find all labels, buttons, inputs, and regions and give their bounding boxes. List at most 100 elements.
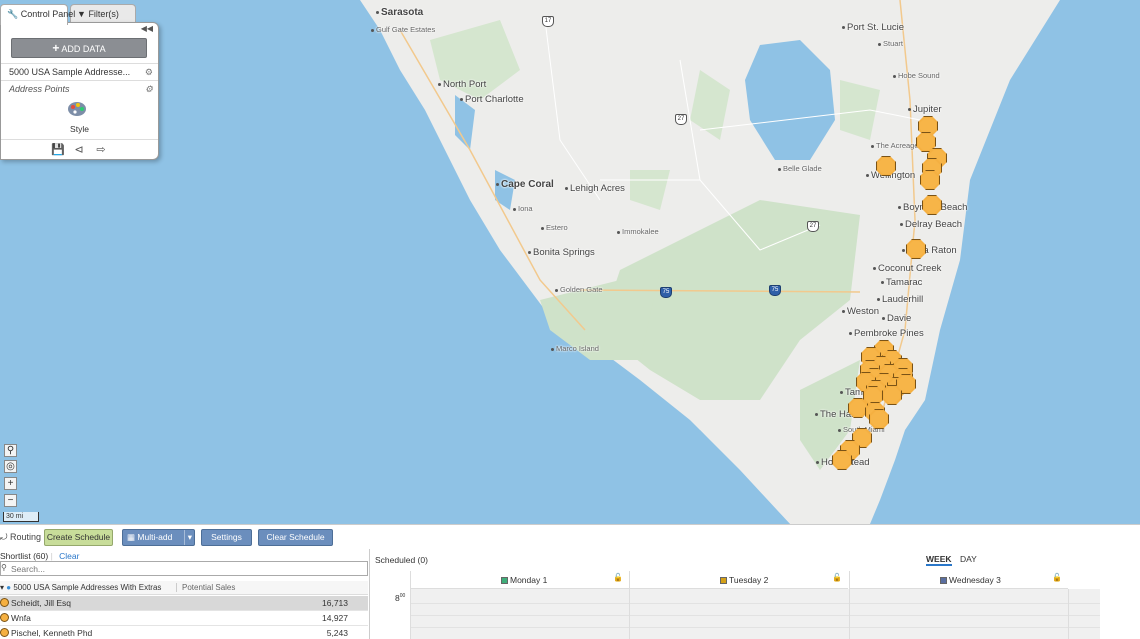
city-label: Davie [882, 313, 911, 324]
shortlist-row[interactable]: Pischel, Kenneth Phd 5,243 [0, 626, 368, 639]
control-panel-footer: 💾 ⊲ ⇨ [1, 139, 158, 159]
address-point-marker[interactable] [920, 170, 940, 190]
city-label: Lehigh Acres [565, 183, 625, 194]
address-point-marker[interactable] [922, 195, 942, 215]
shortlist-search-input[interactable] [0, 561, 368, 576]
dataset-row[interactable]: 5000 USA Sample Addresse... ⚙ [1, 63, 158, 80]
tab-filters[interactable]: ▼ Filter(s) [70, 4, 136, 24]
address-point-marker[interactable] [882, 385, 902, 405]
map-basemap [360, 0, 1060, 524]
settings-button[interactable]: Settings [201, 529, 252, 546]
zoom-out-button[interactable]: − [4, 494, 17, 507]
city-dot-icon [551, 347, 554, 351]
city-dot-icon [617, 230, 620, 234]
city-dot-icon [842, 309, 845, 313]
time-label: 800 [395, 593, 406, 603]
collapse-arrow-icon[interactable]: ▾ [0, 583, 4, 592]
grid-line [1068, 589, 1069, 639]
save-warning-icon[interactable]: 💾 [51, 144, 65, 156]
city-dot-icon [842, 25, 845, 29]
map-view[interactable]: Sarasota Gulf Gate Estates North Port Port … [0, 0, 1140, 524]
city-label: Jupiter [908, 104, 942, 115]
city-label: Sarasota [376, 7, 423, 18]
city-dot-icon [849, 331, 852, 335]
city-label: Cape Coral [496, 179, 554, 190]
address-point-marker[interactable] [906, 239, 926, 259]
city-dot-icon [496, 182, 499, 186]
address-point-marker[interactable] [832, 450, 852, 470]
routing-icon: ⤾ [0, 532, 8, 542]
routing-toolbar: ⤾ Routing Create Schedule ▦ Multi-add ▾ … [0, 524, 1140, 548]
shortlist-header: Shortlist (60) | Clear [0, 551, 80, 561]
search-icon: ⚲ [1, 563, 7, 572]
tab-control-panel[interactable]: 🔧 Control Panel [0, 4, 75, 25]
scale-bar: 30 mi [3, 512, 39, 522]
city-dot-icon [840, 390, 843, 394]
city-dot-icon [376, 10, 379, 14]
schedule-panel: Scheduled (0) WEEK DAY 800 Monday 1 🔓 Tues… [371, 549, 1140, 639]
city-dot-icon [882, 316, 885, 320]
locate-icon[interactable]: ◎ [4, 460, 17, 473]
grid-line [410, 603, 1100, 604]
city-dot-icon [902, 248, 905, 252]
city-dot-icon [881, 280, 884, 284]
wrench-icon: 🔧 [7, 9, 19, 19]
row-value: 14,927 [322, 613, 348, 623]
city-label: North Port [438, 79, 486, 90]
day-header[interactable]: Tuesday 2 🔓 [629, 571, 848, 589]
gear-icon[interactable]: ⚙ [145, 67, 153, 78]
collapse-icon[interactable]: ◀◀ [141, 24, 153, 33]
city-dot-icon [898, 205, 901, 209]
share-icon[interactable]: ⊲ [73, 144, 85, 156]
zoom-in-button[interactable]: + [4, 477, 17, 490]
city-label: Gulf Gate Estates [371, 25, 435, 34]
layer-row[interactable]: Address Points ⚙ [1, 80, 158, 97]
filter-icon: ▼ [77, 9, 86, 19]
shortlist-row[interactable]: Scheidt, Jill Esq 16,713 [0, 596, 368, 611]
city-dot-icon [513, 207, 516, 211]
day-view-tab[interactable]: DAY [960, 554, 977, 564]
week-view-tab[interactable]: WEEK [926, 554, 952, 566]
day-color-swatch [940, 577, 947, 584]
day-header[interactable]: Wednesday 3 🔓 [849, 571, 1068, 589]
clear-schedule-button[interactable]: Clear Schedule [258, 529, 333, 546]
city-dot-icon [871, 144, 874, 148]
shortlist-row[interactable]: Wnfa 14,927 [0, 611, 368, 626]
shortlist-clear-link[interactable]: Clear [59, 551, 79, 561]
scheduled-title: Scheduled (0) [375, 555, 428, 565]
highway-shield-icon: 27 [807, 221, 819, 232]
city-dot-icon [371, 28, 374, 32]
city-dot-icon [866, 173, 869, 177]
address-point-marker[interactable] [869, 409, 889, 429]
zoom-search-icon[interactable]: ⚲ [4, 444, 17, 457]
lock-icon[interactable]: 🔓 [1052, 573, 1062, 582]
city-label: Delray Beach [900, 219, 962, 230]
style-palette-icon[interactable] [67, 101, 89, 117]
city-label: Hobe Sound [893, 71, 940, 80]
lock-icon[interactable]: 🔓 [832, 573, 842, 582]
chevron-down-icon[interactable]: ▾ [183, 530, 192, 545]
group-header[interactable]: ▾ ● 5000 USA Sample Addresses With Extra… [0, 583, 161, 592]
create-schedule-button[interactable]: Create Schedule [44, 529, 113, 546]
highway-shield-icon: 17 [542, 16, 554, 27]
dataset-label: 5000 USA Sample Addresse... [9, 67, 131, 77]
city-dot-icon [893, 74, 896, 78]
multi-add-button[interactable]: ▦ Multi-add ▾ [122, 529, 195, 546]
city-dot-icon [877, 297, 880, 301]
city-dot-icon [816, 460, 819, 464]
address-point-marker[interactable] [876, 156, 896, 176]
add-data-button[interactable]: + ADD DATA [11, 38, 147, 58]
potential-sales-column[interactable]: Potential Sales [176, 583, 235, 592]
export-icon[interactable]: ⇨ [95, 144, 107, 156]
row-value: 16,713 [322, 598, 348, 608]
gear-icon[interactable]: ⚙ [145, 84, 153, 95]
grid-line [849, 589, 850, 639]
schedule-grid[interactable] [410, 589, 1100, 639]
marker-icon [0, 613, 9, 622]
city-dot-icon [555, 288, 558, 292]
lock-icon[interactable]: 🔓 [613, 573, 623, 582]
grid-line [629, 589, 630, 639]
shortlist-panel: Shortlist (60) | Clear ⚲ ▾ ● 5000 USA Sa… [0, 549, 370, 639]
city-label: Stuart [878, 39, 903, 48]
day-header[interactable]: Monday 1 🔓 [410, 571, 629, 589]
